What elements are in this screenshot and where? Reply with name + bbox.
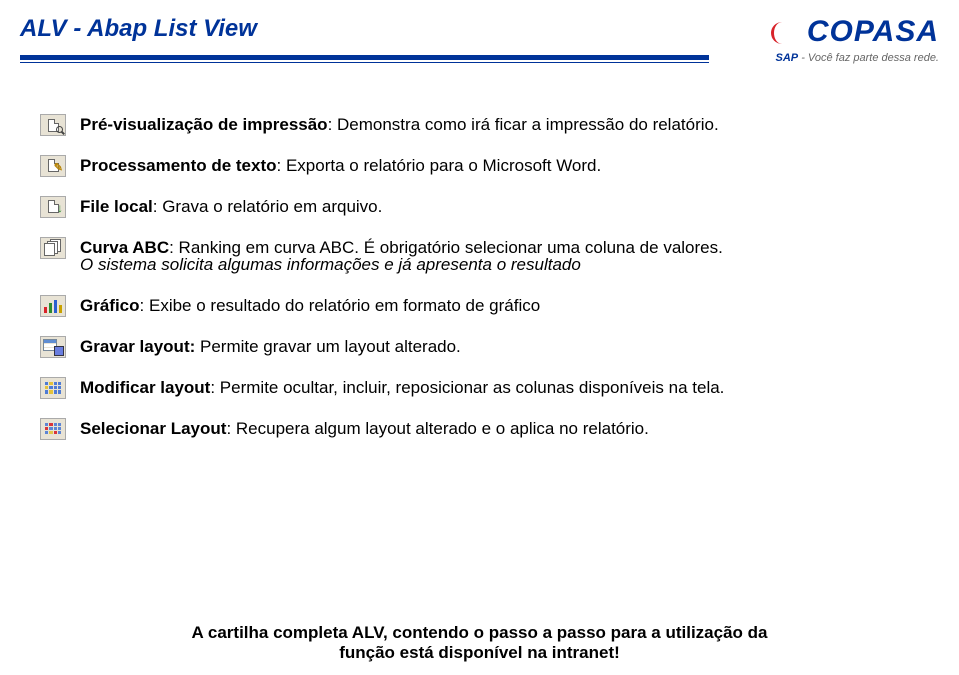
item-text: Gráfico: Exibe o resultado do relatório … (80, 295, 919, 318)
item-desc: : Exporta o relatório para o Microsoft W… (277, 156, 602, 175)
logo-sub-text: - Você faz parte dessa rede. (798, 52, 939, 64)
item-label: File local (80, 197, 153, 216)
item-text: Modificar layout: Permite ocultar, inclu… (80, 377, 919, 400)
abc-curve-icon (40, 237, 66, 259)
item-label: Pré-visualização de impressão (80, 115, 328, 134)
chart-icon (40, 295, 66, 317)
item-save-layout: Gravar layout: Permite gravar um layout … (40, 336, 919, 359)
item-desc: : Permite ocultar, incluir, reposicionar… (210, 378, 724, 397)
item-desc: : Recupera algum layout alterado e o apl… (226, 419, 648, 438)
item-desc: : Exibe o resultado do relatório em form… (140, 296, 541, 315)
logo: COPASA SAP - Você faz parte dessa rede. (709, 15, 939, 64)
item-text: Processamento de texto: Exporta o relató… (80, 155, 919, 178)
item-label: Gráfico (80, 296, 140, 315)
file-local-icon: ↓ (40, 196, 66, 218)
item-file-local: ↓ File local: Grava o relatório em arqui… (40, 196, 919, 219)
item-print-preview: Pré-visualização de impressão: Demonstra… (40, 114, 919, 137)
item-label: Gravar layout: (80, 337, 195, 356)
item-label: Modificar layout (80, 378, 210, 397)
footer-line1: A cartilha completa ALV, contendo o pass… (192, 623, 768, 642)
title-underline (20, 55, 709, 61)
logo-swoosh-icon (771, 22, 805, 44)
print-preview-icon (40, 114, 66, 136)
modify-layout-icon (40, 377, 66, 399)
word-export-icon: ✎ (40, 155, 66, 177)
item-word-export: ✎ Processamento de texto: Exporta o rela… (40, 155, 919, 178)
header: ALV - Abap List View COPASA SAP - Você f… (0, 0, 959, 64)
footer-line2: função está disponível na intranet! (339, 643, 620, 662)
save-layout-icon (40, 336, 66, 358)
item-desc: Permite gravar um layout alterado. (195, 337, 461, 356)
item-label: Processamento de texto (80, 156, 277, 175)
page-title: ALV - Abap List View (20, 15, 709, 43)
logo-tagline: SAP - Você faz parte dessa rede. (719, 52, 939, 64)
item-chart: Gráfico: Exibe o resultado do relatório … (40, 295, 919, 318)
item-text: Selecionar Layout: Recupera algum layout… (80, 418, 919, 441)
item-text: Pré-visualização de impressão: Demonstra… (80, 114, 919, 137)
logo-main: COPASA (719, 15, 939, 49)
content: Pré-visualização de impressão: Demonstra… (0, 64, 959, 440)
title-block: ALV - Abap List View (20, 15, 709, 61)
select-layout-icon (40, 418, 66, 440)
item-label: Selecionar Layout (80, 419, 226, 438)
item-text: File local: Grava o relatório em arquivo… (80, 196, 919, 219)
item-select-layout: Selecionar Layout: Recupera algum layout… (40, 418, 919, 441)
item-text: Gravar layout: Permite gravar um layout … (80, 336, 919, 359)
footer-note: A cartilha completa ALV, contendo o pass… (0, 623, 959, 663)
logo-text: COPASA (807, 15, 939, 49)
item-desc: : Grava o relatório em arquivo. (153, 197, 383, 216)
item-desc: : Demonstra como irá ficar a impressão d… (328, 115, 719, 134)
logo-sub-prefix: SAP (776, 52, 799, 64)
item-modify-layout: Modificar layout: Permite ocultar, inclu… (40, 377, 919, 400)
